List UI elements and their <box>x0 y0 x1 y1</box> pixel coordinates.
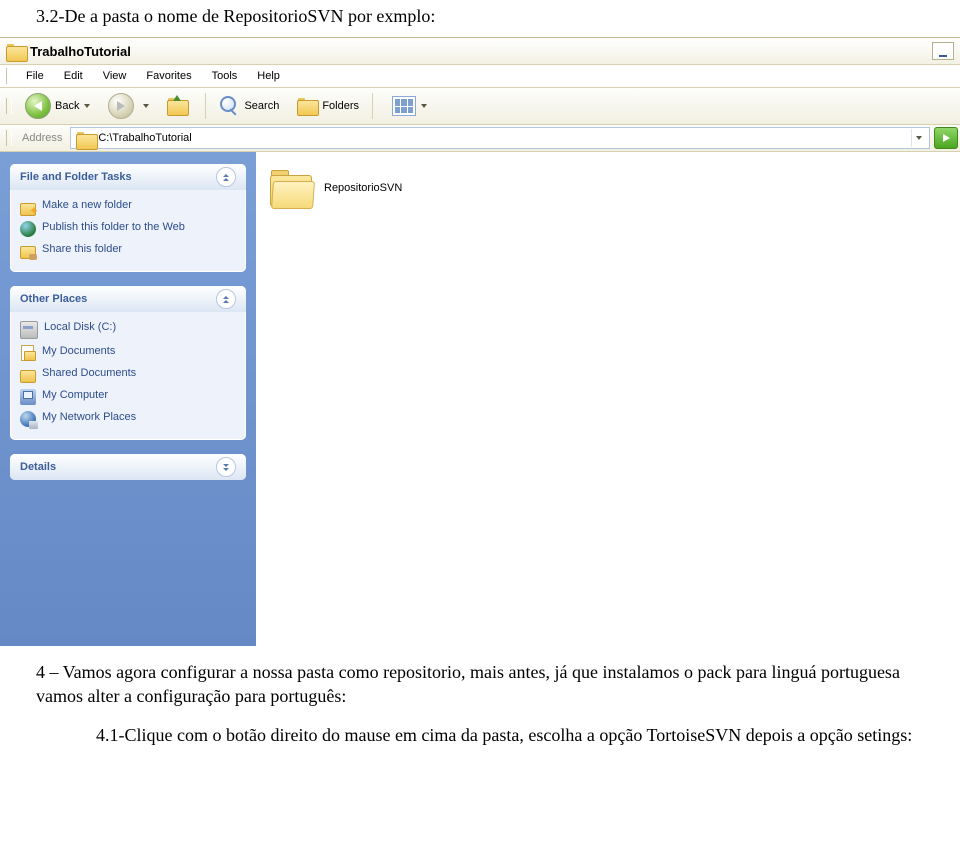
folders-button[interactable]: Folders <box>289 95 367 117</box>
address-input[interactable] <box>94 132 911 144</box>
share-icon <box>20 243 36 259</box>
address-bar: Address <box>0 125 960 152</box>
place-shared-documents[interactable]: Shared Documents <box>20 364 236 386</box>
panel-file-tasks-header[interactable]: File and Folder Tasks <box>10 164 246 190</box>
place-local-disk[interactable]: Local Disk (C:) <box>20 318 236 342</box>
up-button[interactable] <box>159 95 200 117</box>
menu-help[interactable]: Help <box>247 68 290 84</box>
views-icon <box>392 96 416 116</box>
content-pane[interactable]: RepositorioSVN <box>256 152 960 646</box>
place-label: Local Disk (C:) <box>44 321 116 335</box>
task-make-folder[interactable]: ✦ Make a new folder <box>20 196 236 218</box>
back-label: Back <box>55 100 79 112</box>
minimize-button[interactable] <box>932 42 954 60</box>
go-button[interactable] <box>934 127 958 149</box>
back-button[interactable]: Back <box>17 91 98 121</box>
task-share[interactable]: Share this folder <box>20 240 236 262</box>
back-arrow-icon <box>25 93 51 119</box>
views-button[interactable] <box>378 94 435 118</box>
address-folder-icon <box>76 131 92 145</box>
panel-other-places-title: Other Places <box>20 293 87 305</box>
panel-other-places: Other Places Local Disk (C:) My Document… <box>10 286 246 440</box>
doc-para-2: 4.1-Clique com o botão direito do mause … <box>96 723 924 747</box>
task-pane: File and Folder Tasks ✦ Make a new folde… <box>0 152 256 646</box>
address-dropdown[interactable] <box>911 129 926 147</box>
place-label: My Computer <box>42 389 108 403</box>
forward-dropdown-icon <box>143 104 149 108</box>
address-field[interactable] <box>70 127 930 149</box>
doc-caption: 3.2-De a pasta o nome de RepositorioSVN … <box>0 0 960 37</box>
task-publish[interactable]: Publish this folder to the Web <box>20 218 236 240</box>
folder-icon <box>268 168 314 208</box>
new-folder-icon: ✦ <box>20 199 36 215</box>
window-folder-icon <box>6 43 24 59</box>
toolbar-grip-icon <box>6 98 12 114</box>
place-label: My Documents <box>42 345 115 359</box>
disk-icon <box>20 321 38 339</box>
menu-tools[interactable]: Tools <box>202 68 248 84</box>
collapse-icon <box>216 289 236 309</box>
explorer-window: TrabalhoTutorial File Edit View Favorite… <box>0 37 960 646</box>
address-grip-icon <box>6 130 12 146</box>
back-dropdown-icon <box>84 104 90 108</box>
address-label: Address <box>16 132 70 144</box>
forward-button[interactable] <box>100 91 157 121</box>
expand-icon <box>216 457 236 477</box>
task-label: Publish this folder to the Web <box>42 221 185 235</box>
views-dropdown-icon <box>421 104 427 108</box>
folder-item-repositoriosvn[interactable]: RepositorioSVN <box>266 166 450 210</box>
toolbar: Back Search Folders <box>0 88 960 125</box>
toolbar-separator <box>205 93 206 119</box>
panel-details-header[interactable]: Details <box>10 454 246 480</box>
folders-label: Folders <box>322 100 359 112</box>
collapse-icon <box>216 167 236 187</box>
network-icon <box>20 411 36 427</box>
search-label: Search <box>244 100 279 112</box>
menu-file[interactable]: File <box>16 68 54 84</box>
menu-edit[interactable]: Edit <box>54 68 93 84</box>
shared-folder-icon <box>20 367 36 383</box>
documents-icon <box>20 345 36 361</box>
panel-details-title: Details <box>20 461 56 473</box>
computer-icon <box>20 389 36 405</box>
menu-grip-icon <box>6 68 12 84</box>
place-my-documents[interactable]: My Documents <box>20 342 236 364</box>
window-title: TrabalhoTutorial <box>30 44 131 59</box>
titlebar: TrabalhoTutorial <box>0 38 960 65</box>
panel-file-tasks: File and Folder Tasks ✦ Make a new folde… <box>10 164 246 272</box>
doc-post-text: 4 – Vamos agora configurar a nossa pasta… <box>0 660 960 747</box>
publish-icon <box>20 221 36 237</box>
folders-icon <box>297 97 319 115</box>
search-button[interactable]: Search <box>211 93 287 119</box>
menu-view[interactable]: View <box>93 68 137 84</box>
explorer-body: File and Folder Tasks ✦ Make a new folde… <box>0 152 960 646</box>
folder-name: RepositorioSVN <box>324 182 402 194</box>
menubar: File Edit View Favorites Tools Help <box>0 65 960 88</box>
task-label: Make a new folder <box>42 199 132 213</box>
panel-other-places-header[interactable]: Other Places <box>10 286 246 312</box>
panel-details: Details <box>10 454 246 480</box>
place-my-computer[interactable]: My Computer <box>20 386 236 408</box>
task-label: Share this folder <box>42 243 122 257</box>
place-label: Shared Documents <box>42 367 136 381</box>
doc-para-1: 4 – Vamos agora configurar a nossa pasta… <box>36 660 924 709</box>
forward-arrow-icon <box>108 93 134 119</box>
menu-favorites[interactable]: Favorites <box>136 68 201 84</box>
go-arrow-icon <box>943 134 950 142</box>
toolbar-separator <box>372 93 373 119</box>
place-label: My Network Places <box>42 411 136 425</box>
up-folder-icon <box>167 97 189 115</box>
panel-file-tasks-title: File and Folder Tasks <box>20 171 132 183</box>
search-icon <box>219 95 241 117</box>
place-network-places[interactable]: My Network Places <box>20 408 236 430</box>
